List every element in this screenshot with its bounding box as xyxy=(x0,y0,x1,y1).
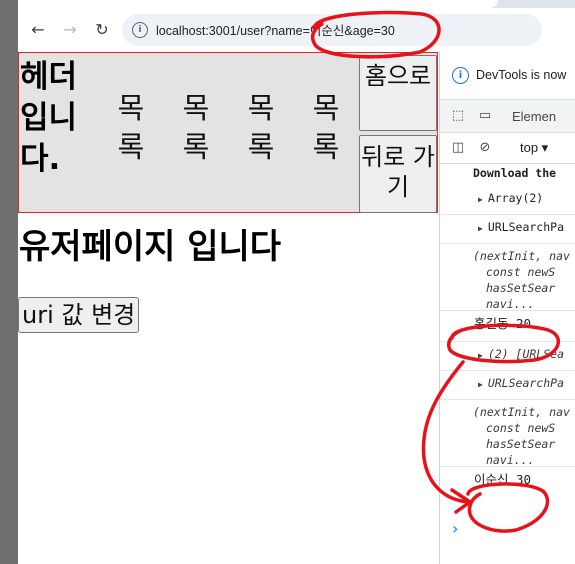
console-line: Download the xyxy=(473,166,557,180)
page-viewport: 헤더 입니다. 목록 목록 목록 목록 홈으로 뒤로 가기 유저페이지 입니다 … xyxy=(18,51,439,564)
home-button[interactable]: 홈으로 xyxy=(359,55,437,131)
header-title: 헤더 입니다. xyxy=(20,59,78,177)
tab-strip xyxy=(18,0,575,8)
address-bar[interactable]: i localhost:3001/user?name=이순신&age=30 xyxy=(122,13,542,46)
console-log-line: 홍길동 20 xyxy=(440,310,575,341)
console-line: navi... xyxy=(486,297,535,310)
page-title: 유저페이지 입니다 xyxy=(19,227,282,267)
console-prompt-icon[interactable]: › xyxy=(452,519,458,538)
console-line: hasSetSear xyxy=(486,437,556,451)
tab-elements[interactable]: Elemen xyxy=(512,109,556,124)
url-text[interactable]: localhost:3001/user?name=이순신&age=30 xyxy=(156,20,395,39)
console-line[interactable]: ▶ URLSearchPa xyxy=(440,214,575,243)
info-icon: i xyxy=(452,66,469,84)
console-line[interactable]: ▶ Array(2) xyxy=(440,186,575,214)
browser-toolbar: ← → ↻ i localhost:3001/user?name=이순신&age… xyxy=(18,8,575,51)
expand-icon[interactable]: ▶ xyxy=(478,351,483,360)
console-line[interactable]: ▶ URLSearchPa xyxy=(440,370,575,399)
console-line: const newS xyxy=(486,265,556,279)
console-line: hasSetSear xyxy=(486,281,556,295)
expand-icon[interactable]: ▶ xyxy=(478,195,483,204)
menu-item[interactable]: 목록 xyxy=(243,89,279,167)
expand-icon[interactable]: ▶ xyxy=(478,224,483,233)
menu-item[interactable]: 목록 xyxy=(178,89,214,167)
context-selector[interactable]: top ▾ xyxy=(520,140,548,156)
menu-item[interactable]: 목록 xyxy=(308,89,344,167)
inspect-element-icon[interactable]: ⬚ xyxy=(449,108,467,124)
page-header: 헤더 입니다. 목록 목록 목록 목록 홈으로 뒤로 가기 xyxy=(18,52,438,213)
change-uri-button[interactable]: uri 값 변경 xyxy=(18,297,140,333)
menu-item[interactable]: 목록 xyxy=(113,89,149,167)
back-arrow-icon[interactable]: ← xyxy=(26,18,50,42)
forward-arrow-icon[interactable]: → xyxy=(58,18,82,42)
reload-icon[interactable]: ↻ xyxy=(90,18,114,42)
sidebar-toggle-icon[interactable]: ◫ xyxy=(449,140,467,156)
console-line: const newS xyxy=(486,421,556,435)
console-toolbar: ◫ ⊘ top ▾ xyxy=(440,133,575,164)
expand-icon[interactable]: ▶ xyxy=(478,380,483,389)
devtools-panel: i DevTools is now ⬚ ▭ Elemen ◫ ⊘ top ▾ D… xyxy=(439,51,575,564)
device-toolbar-icon[interactable]: ▭ xyxy=(476,108,494,124)
devtools-banner: i DevTools is now xyxy=(440,51,575,100)
browser-window: ← → ↻ i localhost:3001/user?name=이순신&age… xyxy=(18,0,575,564)
console-output: Download the ▶ Array(2) ▶ URLSearchPa (nex… xyxy=(440,164,575,497)
go-back-button[interactable]: 뒤로 가기 xyxy=(359,135,437,213)
clear-console-icon[interactable]: ⊘ xyxy=(476,140,494,156)
site-info-icon[interactable]: i xyxy=(132,21,148,38)
console-line[interactable]: ▶ (2) [URLSea xyxy=(440,341,575,370)
console-line: navi... xyxy=(486,453,535,466)
console-line: (nextInit, nav xyxy=(440,399,575,420)
console-line: (nextInit, nav xyxy=(440,243,575,264)
console-log-line: 이순신 30 xyxy=(440,466,575,497)
devtools-tabs: ⬚ ▭ Elemen xyxy=(440,100,575,133)
devtools-banner-text: DevTools is now xyxy=(476,68,567,82)
header-menu: 목록 목록 목록 목록 xyxy=(113,89,373,167)
